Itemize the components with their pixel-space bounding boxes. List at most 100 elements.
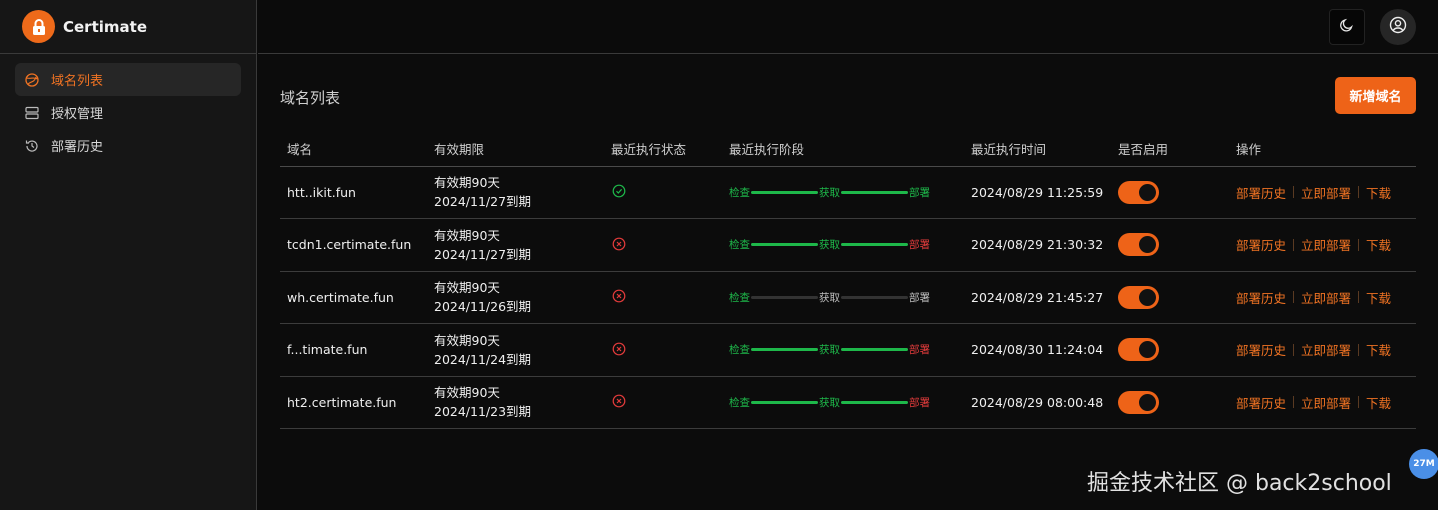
stage-label-obtain: 获取 [819, 291, 840, 304]
table-header-row: 域名 有效期限 最近执行状态 最近执行阶段 最近执行时间 是否启用 操作 [280, 131, 1416, 167]
domain-table: 域名 有效期限 最近执行状态 最近执行阶段 最近执行时间 是否启用 操作 htt… [280, 131, 1416, 429]
last-run-time: 2024/08/29 21:30:32 [971, 237, 1104, 253]
toggle-knob [1139, 393, 1156, 411]
time-cell: 2024/08/29 11:25:59 [964, 166, 1111, 219]
sidebar-item-label: 部署历史 [51, 140, 104, 155]
stage-label-deploy: 部署 [909, 396, 930, 409]
deploy-now-link[interactable]: 立即部署 [1301, 288, 1351, 307]
status-cell [604, 166, 722, 219]
sidebar-item-domains[interactable]: 域名列表 [15, 63, 241, 96]
globe-icon [25, 72, 41, 88]
x-circle-icon [611, 288, 627, 304]
stage-connector [841, 190, 908, 194]
validity-cell: 有效期90天 2024/11/27到期 [427, 166, 604, 219]
stage-label-obtain: 获取 [819, 186, 840, 199]
stage-label-obtain: 获取 [819, 344, 840, 357]
enabled-cell [1111, 323, 1229, 377]
download-link[interactable]: 下载 [1366, 183, 1391, 202]
add-domain-button[interactable]: 新增域名 [1335, 77, 1416, 114]
table-row: htt..ikit.fun 有效期90天 2024/11/27到期 检查 获取 … [280, 166, 1416, 219]
enabled-toggle[interactable] [1118, 285, 1159, 309]
stage-cell: 检查 获取 部署 [722, 218, 964, 272]
sidebar-item-label: 域名列表 [51, 74, 104, 89]
column-header-enabled: 是否启用 [1111, 131, 1229, 167]
actions-cell: 部署历史 立即部署 下载 [1229, 166, 1416, 219]
status-cell [604, 376, 722, 429]
app-name: Certimate [63, 17, 147, 36]
enabled-cell [1111, 376, 1229, 429]
lock-logo-icon [22, 10, 55, 43]
time-cell: 2024/08/30 11:24:04 [964, 323, 1111, 377]
theme-toggle-button[interactable] [1329, 9, 1365, 45]
user-menu-button[interactable] [1380, 9, 1416, 45]
status-cell [604, 218, 722, 272]
download-link[interactable]: 下载 [1366, 235, 1391, 254]
deploy-now-link[interactable]: 立即部署 [1301, 340, 1351, 359]
stage-connector [841, 295, 908, 299]
main-content: 域名列表 新增域名 域名 有效期限 最近执行状态 最近执行阶段 最近执行时间 是… [258, 55, 1438, 510]
moon-icon [1339, 17, 1355, 37]
toggle-knob [1139, 341, 1156, 359]
overlay-badge: 27M [1409, 449, 1438, 479]
stage-cell: 检查 获取 部署 [722, 271, 964, 324]
deploy-now-link[interactable]: 立即部署 [1301, 235, 1351, 254]
top-bar [258, 0, 1438, 54]
time-cell: 2024/08/29 08:00:48 [964, 376, 1111, 429]
column-header-stage: 最近执行阶段 [722, 131, 964, 167]
stage-progress: 检查 获取 部署 [729, 395, 964, 410]
deploy-history-link[interactable]: 部署历史 [1236, 393, 1286, 412]
enabled-toggle[interactable] [1118, 180, 1159, 204]
deploy-history-link[interactable]: 部署历史 [1236, 183, 1286, 202]
deploy-now-link[interactable]: 立即部署 [1301, 393, 1351, 412]
download-link[interactable]: 下载 [1366, 393, 1391, 412]
deploy-now-link[interactable]: 立即部署 [1301, 183, 1351, 202]
table-row: wh.certimate.fun 有效期90天 2024/11/26到期 检查 … [280, 271, 1416, 324]
user-circle-icon [1389, 16, 1407, 38]
stage-label-deploy: 部署 [909, 239, 930, 252]
stage-connector [751, 190, 818, 194]
divider [1293, 238, 1295, 251]
enabled-cell [1111, 166, 1229, 219]
download-link[interactable]: 下载 [1366, 340, 1391, 359]
expiry-date: 2024/11/26到期 [434, 299, 532, 315]
sidebar-item-access[interactable]: 授权管理 [15, 96, 241, 129]
validity-cell: 有效期90天 2024/11/24到期 [427, 323, 604, 377]
deploy-history-link[interactable]: 部署历史 [1236, 340, 1286, 359]
stage-connector [751, 295, 818, 299]
table-row: tcdn1.certimate.fun 有效期90天 2024/11/27到期 … [280, 218, 1416, 272]
x-circle-icon [611, 236, 627, 252]
enabled-toggle[interactable] [1118, 233, 1159, 257]
table-row: ht2.certimate.fun 有效期90天 2024/11/23到期 检查… [280, 376, 1416, 429]
divider [1293, 396, 1295, 409]
domain-name: ht2.certimate.fun [287, 394, 397, 410]
time-cell: 2024/08/29 21:45:27 [964, 271, 1111, 324]
divider [1293, 186, 1295, 199]
sidebar-item-history[interactable]: 部署历史 [15, 129, 241, 162]
domain-name: tcdn1.certimate.fun [287, 237, 412, 253]
stage-label-check: 检查 [729, 291, 750, 304]
deploy-history-link[interactable]: 部署历史 [1236, 288, 1286, 307]
stage-label-check: 检查 [729, 344, 750, 357]
stage-connector [841, 243, 908, 247]
enabled-cell [1111, 271, 1229, 324]
domain-cell: wh.certimate.fun [280, 271, 427, 324]
enabled-toggle[interactable] [1118, 390, 1159, 414]
stage-cell: 检查 获取 部署 [722, 166, 964, 219]
enabled-toggle[interactable] [1118, 338, 1159, 362]
actions-cell: 部署历史 立即部署 下载 [1229, 218, 1416, 272]
stage-label-check: 检查 [729, 186, 750, 199]
validity-cell: 有效期90天 2024/11/27到期 [427, 218, 604, 272]
validity-cell: 有效期90天 2024/11/26到期 [427, 271, 604, 324]
download-link[interactable]: 下载 [1366, 288, 1391, 307]
domain-name: htt..ikit.fun [287, 184, 356, 200]
divider [1358, 291, 1360, 304]
sidebar-item-label: 授权管理 [51, 107, 104, 122]
domain-cell: tcdn1.certimate.fun [280, 218, 427, 272]
stage-label-obtain: 获取 [819, 239, 840, 252]
domain-name: wh.certimate.fun [287, 289, 394, 305]
domain-cell: htt..ikit.fun [280, 166, 427, 219]
sidebar-nav: 域名列表 授权管理 部署历史 [0, 54, 256, 171]
stage-connector [751, 348, 818, 352]
toggle-knob [1139, 183, 1156, 201]
deploy-history-link[interactable]: 部署历史 [1236, 235, 1286, 254]
